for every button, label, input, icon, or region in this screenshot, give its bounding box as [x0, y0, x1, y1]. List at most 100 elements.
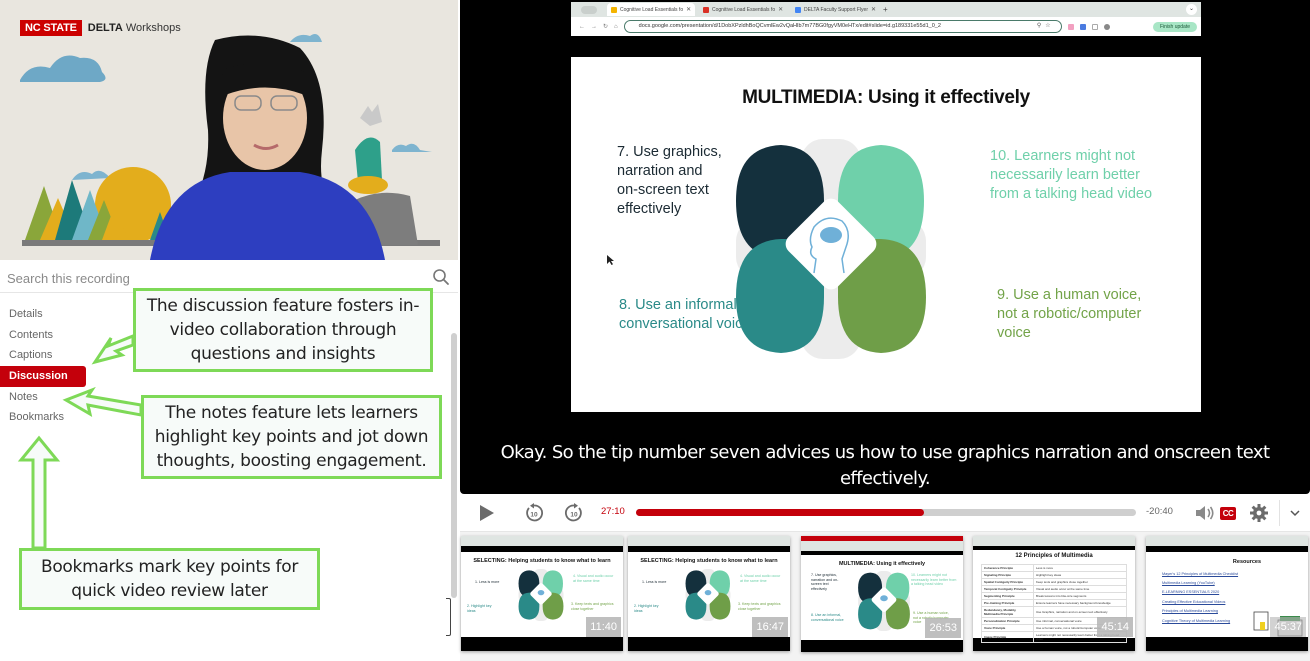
recording-viewer: NC STATE DELTA Workshops Details Content… — [0, 0, 1310, 661]
svg-text:10: 10 — [570, 512, 578, 519]
discussion-annotation: The discussion feature fosters in-video … — [133, 288, 433, 372]
thumbnail-1[interactable]: SELECTING: Helping students to know what… — [461, 536, 623, 651]
extension-icon — [1067, 23, 1074, 30]
cc-icon: CC — [1219, 506, 1237, 520]
window-switcher-icon — [581, 5, 597, 14]
address-bar: docs.google.com/presentation/d/1DobXPzld… — [623, 20, 1062, 33]
arrow-to-bookmarks — [17, 435, 61, 550]
video-player[interactable]: Cognitive Load Essentials fo ✕ Cognitive … — [460, 0, 1310, 494]
tab-search-chevron-icon: ⌄ — [1186, 4, 1197, 15]
reload-icon: ↻ — [603, 24, 609, 30]
seek-bar-played — [636, 509, 924, 516]
home-icon: ⌂ — [614, 23, 618, 30]
thumbnail-title: Resources — [1232, 559, 1262, 565]
search-recording-input[interactable] — [7, 267, 417, 289]
slides-favicon-icon — [611, 6, 617, 13]
search-icon[interactable] — [432, 268, 450, 286]
new-tab-icon: + — [883, 5, 888, 14]
thumbnail-timestamp: 16:47 — [752, 617, 788, 637]
mouse-cursor-icon — [607, 255, 614, 265]
sidebar-item-discussion[interactable]: Discussion — [0, 366, 86, 387]
close-tab-icon: ✕ — [871, 7, 877, 13]
zoom-star-icons: ⚲☆ — [1036, 23, 1055, 29]
extension-icon — [1091, 23, 1098, 30]
shared-browser-window: Cognitive Load Essentials fo ✕ Cognitive … — [571, 2, 1201, 36]
close-tab-icon: ✕ — [686, 7, 692, 13]
notes-annotation: The notes feature lets learners highligh… — [141, 395, 442, 479]
brand-logo: NC STATE DELTA Workshops — [20, 20, 181, 36]
remaining-time: -20:40 — [1146, 506, 1173, 517]
play-button[interactable] — [476, 496, 498, 530]
thumbnail-3-current[interactable]: MULTIMEDIA: Using it effectively 7. Use … — [801, 536, 963, 652]
cloud-top — [290, 34, 322, 42]
closed-caption-text: Okay. So the tip number seven advices us… — [500, 442, 1270, 489]
back-icon: ← — [579, 23, 585, 30]
arrow-to-discussion — [91, 333, 135, 365]
bookmarks-annotation: Bookmarks mark key points for quick vide… — [19, 548, 320, 610]
browser-address-row: ← → ↻ ⌂ docs.google.com/presentation/d/1Dob… — [571, 17, 1201, 36]
browser-tab: Cognitive Load Essentials fo ✕ — [699, 3, 787, 16]
forward-icon: → — [591, 23, 597, 30]
thumbnail-title: 12 Principles of Multimedia — [1015, 553, 1093, 559]
browser-tab: Cognitive Load Essentials fo ✕ — [607, 3, 695, 16]
thumbnail-title: MULTIMEDIA: Using it effectively — [838, 561, 926, 567]
thumbnail-timestamp: 45:37 — [1270, 617, 1306, 637]
close-tab-icon: ✕ — [778, 7, 784, 13]
expand-thumbnails-button[interactable] — [1286, 496, 1304, 530]
cloud-right — [392, 143, 432, 152]
panel-resize-handle[interactable] — [446, 598, 451, 636]
sidebar-item-captions[interactable]: Captions — [0, 345, 90, 366]
rewind-10-icon: 10 — [526, 503, 543, 522]
forward-10-icon: 10 — [565, 503, 582, 522]
sidebar-item-details[interactable]: Details — [0, 304, 90, 325]
thumbnail-5[interactable]: Resources Mayer's 12 Principles of Multi… — [1146, 536, 1308, 651]
controls-divider — [1279, 500, 1280, 526]
thumbnail-title: SELECTING: Helping students to know what… — [640, 558, 778, 564]
play-icon — [480, 505, 494, 521]
sidebar-item-notes[interactable]: Notes — [0, 387, 90, 408]
slide-title: MULTIMEDIA: Using it effectively — [742, 87, 1030, 108]
thumbnail-title: SELECTING: Helping students to know what… — [473, 558, 611, 564]
gear-icon — [1250, 504, 1268, 522]
rewind-10-button[interactable]: 10 — [522, 496, 546, 530]
sidebar-nav: Details Contents Captions Discussion Not… — [0, 304, 90, 428]
browser-tab: DELTA Faculty Support Flyer ✕ — [791, 3, 879, 16]
presentation-slide: MULTIMEDIA: Using it effectively 7. Use … — [571, 57, 1201, 412]
player-controls: 10 10 27:10 -20:40 CC — [460, 496, 1310, 530]
webcam-scene — [20, 34, 440, 260]
thumbnail-2[interactable]: SELECTING: Helping students to know what… — [628, 536, 790, 651]
four-petal-diagram — [736, 139, 926, 359]
forward-10-button[interactable]: 10 — [562, 496, 586, 530]
thumbnail-4[interactable]: 12 Principles of Multimedia Coherence Pr… — [973, 536, 1135, 651]
pdf-favicon-icon — [703, 6, 709, 13]
cloud-small — [72, 170, 110, 180]
panel-scrollbar[interactable] — [451, 333, 457, 598]
slide-tip-8: 8. Use an informal, conversational voice — [619, 297, 751, 332]
nc-state-badge: NC STATE — [20, 20, 82, 36]
profile-avatar-icon — [1103, 23, 1110, 30]
volume-icon — [1196, 506, 1214, 520]
extension-icon — [1079, 23, 1086, 30]
slide-tip-9: 9. Use a human voice, not a robotic/compu… — [997, 287, 1142, 341]
thumbnail-timestamp: 26:53 — [925, 618, 961, 638]
presenter-webcam-video[interactable]: NC STATE DELTA Workshops — [0, 0, 458, 260]
sidebar-item-contents[interactable]: Contents — [0, 325, 90, 346]
thumbnail-timestamp: 11:40 — [586, 617, 621, 637]
closed-captions-button[interactable]: CC — [1216, 496, 1240, 530]
docs-favicon-icon — [795, 6, 801, 13]
svg-text:10: 10 — [530, 512, 538, 519]
delta-workshops-label: DELTA Workshops — [87, 22, 181, 34]
settings-button[interactable] — [1248, 496, 1270, 530]
sidebar-item-bookmarks[interactable]: Bookmarks — [0, 407, 90, 428]
finish-update-button: Finish update — [1152, 21, 1197, 32]
chevron-down-icon — [1290, 509, 1300, 516]
volume-button[interactable] — [1194, 496, 1216, 530]
slide-thumbnail-strip: SELECTING: Helping students to know what… — [460, 531, 1310, 661]
slide-tip-10: 10. Learners might not necessarily learn … — [990, 148, 1153, 202]
cloud-left — [20, 55, 106, 82]
slide-tip-7: 7. Use graphics, narration and on-screen t… — [617, 144, 722, 217]
browser-tab-strip: Cognitive Load Essentials fo ✕ Cognitive … — [571, 2, 1201, 17]
current-time: 27:10 — [601, 506, 625, 517]
thumbnail-timestamp: 45:14 — [1097, 617, 1133, 637]
seek-bar[interactable] — [636, 509, 1136, 516]
